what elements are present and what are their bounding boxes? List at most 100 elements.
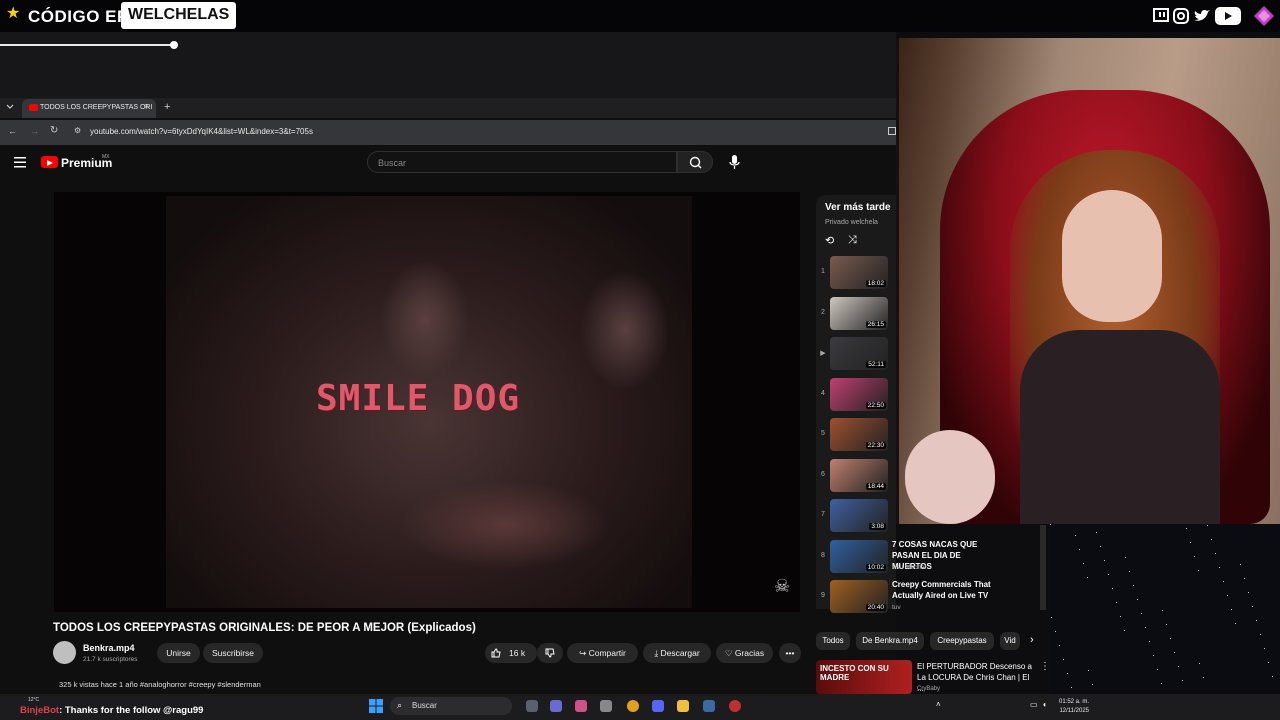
playlist-privacy: Privado welchela [825,219,878,226]
chip-from-channel[interactable]: De Benkra.mp4 [856,632,924,650]
playlist-item-thumbnail[interactable]: 22:30 [830,418,888,451]
star-dot [1194,556,1195,557]
playlist-item-thumbnail[interactable]: 10:02 [830,539,888,573]
loop-icon[interactable]: ⟲ [825,234,834,247]
windows-start-icon[interactable] [369,699,383,713]
recommended-thumbnail[interactable]: INCESTO CON SU MADRE [816,660,912,694]
star-dot [1182,680,1183,681]
playlist-item-duration: 18:02 [865,280,886,287]
star-dot [1268,662,1269,663]
reload-icon[interactable]: ↻ [50,125,58,136]
browser-tab[interactable]: TODOS LOS CREEPYPASTAS ORI [22,99,156,118]
kebab-menu-icon[interactable]: ⋮ [1040,661,1050,672]
star-dot [1063,659,1064,660]
chat-text: : Thanks for the follow @ragu99 [59,705,204,716]
tray-chevron-up-icon[interactable]: ˄ [936,700,941,709]
new-tab-button[interactable]: + [164,101,170,113]
search-button[interactable] [677,151,713,173]
video-overlay-text: SMILE DOG [316,378,521,419]
playlist-scrollbar[interactable] [1040,525,1046,610]
star-dot [1203,677,1204,678]
playlist-item-thumbnail[interactable]: 52:11 [830,337,888,370]
playlist-item-duration: 18:44 [865,482,886,490]
ghost-watermark-icon: ☠ [774,576,791,596]
url-field[interactable]: youtube.com/watch?v=6tyxDdYqIK4&list=WL&… [90,127,313,136]
join-button[interactable]: Unirse [157,643,200,663]
youtube-icon [1215,7,1241,25]
share-icon: ↪ [579,648,589,658]
teams-icon[interactable] [550,700,562,712]
star-dot [1083,563,1084,564]
more-actions-button[interactable]: ••• [779,643,801,663]
chrome-icon[interactable] [627,700,639,712]
copilot-icon[interactable] [575,700,587,712]
star-dot [1260,634,1261,635]
download-label: Descargar [660,648,700,658]
chevron-right-icon[interactable]: › [1030,634,1034,646]
taskbar-search[interactable]: Buscar [390,697,512,715]
star-dot [1104,560,1105,561]
download-button[interactable]: ⤓ Descargar [643,643,711,663]
back-arrow-icon[interactable]: ← [8,126,17,136]
chip-all[interactable]: Todos [816,632,850,650]
playlist-item-thumbnail[interactable]: 3:08 [830,499,888,532]
twitch-icon [1153,8,1169,22]
discord-icon[interactable] [652,700,664,712]
forward-arrow-icon[interactable]: → [30,126,39,136]
star-dot [1272,676,1273,677]
star-dot [1055,631,1056,632]
playlist-item-thumbnail[interactable]: 18:44 [830,458,888,492]
like-button[interactable]: 16 k [485,643,537,663]
obs-icon[interactable] [729,700,741,712]
subscribe-button[interactable]: Suscribirse [203,643,263,663]
thanks-button[interactable]: ♡ Gracias [716,643,773,663]
star-dot [1050,524,1051,525]
star-dot [1174,652,1175,653]
star-dot [1264,648,1265,649]
like-count: 16 k [509,648,526,658]
channel-name[interactable]: Benkra.mp4 [83,643,135,653]
screen-cast-icon[interactable] [888,127,896,135]
taskbar-search-icon: ⌕ [397,700,403,710]
app-icon[interactable] [703,700,715,712]
playlist-item-index: 2 [821,308,825,316]
star-dot [1125,557,1126,558]
star-dot [1087,577,1088,578]
star-dot [1244,578,1245,579]
star-dot [1075,535,1076,536]
task-view-icon[interactable] [526,700,538,712]
settings-icon[interactable] [600,700,612,712]
chip-creepypastas[interactable]: Creepypastas [930,632,994,650]
thumbs-up-icon [491,648,501,658]
playlist-item-thumbnail[interactable]: 18:02 [830,256,888,289]
playlist-title[interactable]: Ver más tarde [825,202,891,213]
playlist-item-duration: 22:30 [865,442,886,449]
weather-widget[interactable]: 12°C [28,697,39,703]
star-dot [1190,542,1191,543]
star-dot [1198,570,1199,571]
chevron-down-icon[interactable] [6,104,14,110]
search-input[interactable]: Buscar [367,151,677,173]
channel-avatar[interactable] [53,641,76,664]
playlist-item-thumbnail[interactable]: 26:15 [830,296,888,330]
playlist-item-title[interactable]: Creepy Commercials That Actually Aired o… [892,579,1002,601]
chip-videos[interactable]: Vid [1000,632,1020,650]
youtube-logo-icon[interactable] [41,156,58,168]
playlist-item-thumbnail[interactable]: 22:50 [830,377,888,411]
shuffle-icon[interactable]: ⤨ [848,234,857,247]
dog-image-mouth [400,480,610,570]
taskbar-clock[interactable]: 01:52 a. m. 12/11/2025 [1059,698,1089,716]
playlist-item-index: 6 [821,470,825,478]
hamburger-menu-icon[interactable] [14,156,26,168]
network-icon[interactable]: ▭ [1030,700,1038,709]
playlist-item-thumbnail[interactable]: 20:40 [830,580,888,613]
voice-search-mic-icon[interactable] [724,151,746,173]
site-info-icon[interactable]: ⚙ [74,126,81,135]
star-dot [1235,623,1236,624]
file-explorer-icon[interactable] [677,700,689,712]
dislike-button[interactable] [537,643,563,663]
close-tab-icon[interactable]: × [144,101,149,111]
volume-icon[interactable]: ◖ [1042,700,1047,709]
playlist-item-duration: 52:11 [866,361,886,368]
share-button[interactable]: ↪ Compartir [567,643,638,663]
